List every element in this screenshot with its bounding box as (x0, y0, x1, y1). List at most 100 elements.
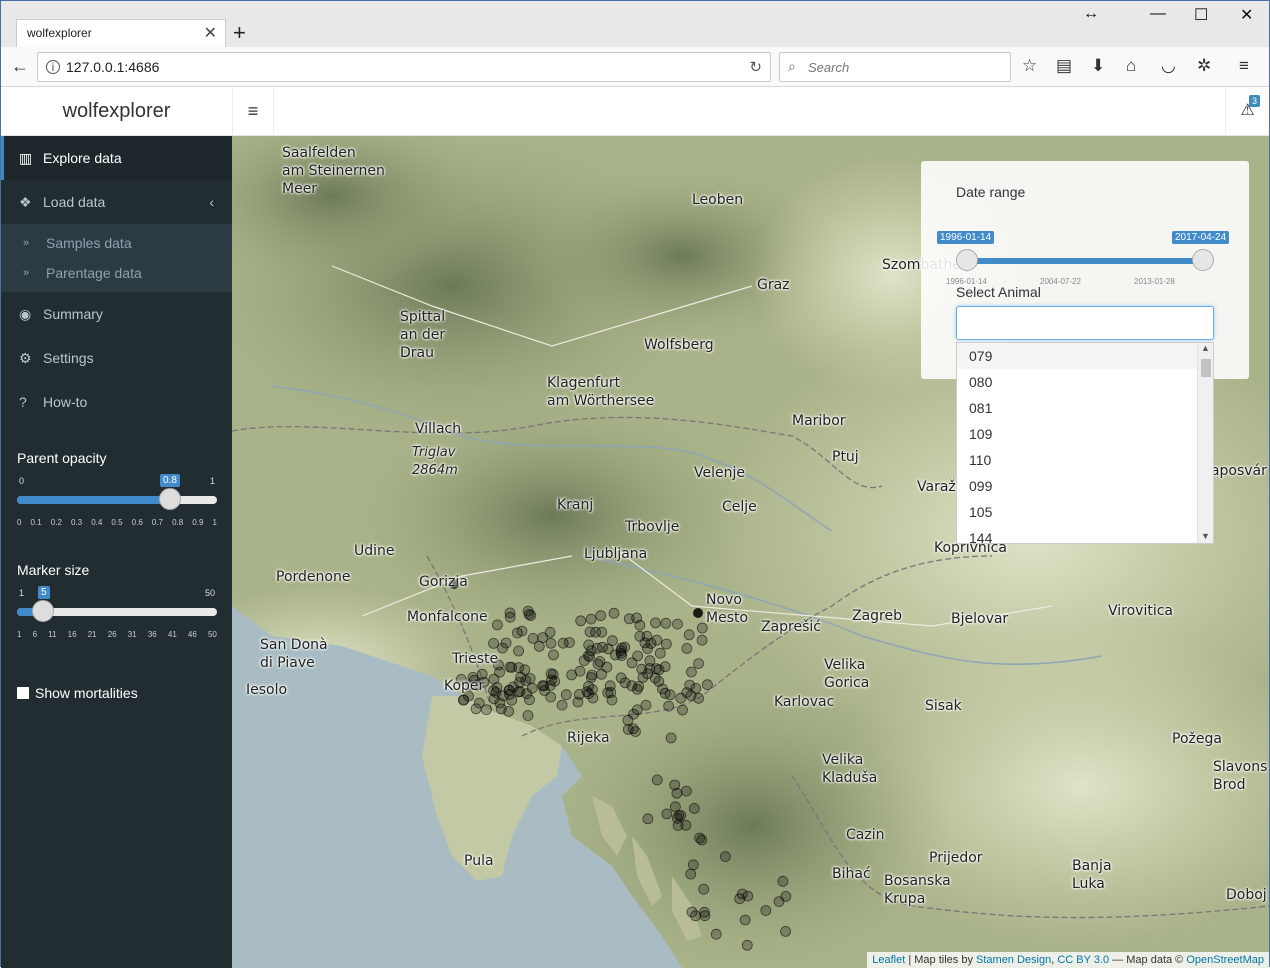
browser-tab[interactable]: wolfexplorer ✕ (16, 19, 226, 47)
sample-marker[interactable] (592, 658, 604, 670)
close-window-icon[interactable]: ✕ (1240, 5, 1253, 25)
sample-marker[interactable] (573, 689, 585, 700)
sample-marker[interactable] (623, 613, 635, 625)
sidebar-item-load-data[interactable]: ❖ Load data ‹ (1, 180, 232, 224)
minimize-icon[interactable]: — (1150, 5, 1166, 23)
sample-marker[interactable] (696, 634, 708, 646)
map-view[interactable]: Saalfelden am Steinernen Meer Leoben Graz S… (232, 136, 1269, 968)
sample-marker[interactable] (634, 619, 646, 631)
sample-marker[interactable] (760, 905, 772, 916)
sample-marker[interactable] (693, 608, 703, 618)
sample-marker[interactable] (661, 808, 673, 820)
sample-marker[interactable] (521, 688, 533, 700)
sample-marker[interactable] (504, 611, 516, 623)
parent-opacity-slider[interactable]: 0 1 0.8 0 0.1 0.2 0.3 0.4 0.5 0.6 0.7 0.8 0.9 1 (17, 474, 217, 536)
url-bar[interactable]: i 127.0.0.1:4686 ↻ (37, 52, 771, 82)
sidebar-subitem-samples-data[interactable]: » Samples data (1, 228, 232, 258)
browser-menu-icon[interactable]: ≡ (1239, 56, 1249, 76)
sample-marker[interactable] (739, 914, 751, 926)
sample-marker[interactable] (734, 893, 746, 905)
sample-marker[interactable] (595, 610, 607, 622)
sidebar-item-explore-data[interactable]: ▥ Explore data (1, 136, 232, 180)
dropdown-option[interactable]: 105 (957, 499, 1213, 525)
sample-marker[interactable] (522, 710, 534, 721)
sample-marker[interactable] (547, 669, 559, 680)
sample-marker[interactable] (491, 619, 503, 631)
maximize-icon[interactable]: ☐ (1194, 5, 1208, 25)
dropdown-scrollbar[interactable]: ▲ ▼ (1197, 343, 1213, 543)
back-icon[interactable]: ← (11, 56, 29, 77)
dropdown-option[interactable]: 081 (957, 395, 1213, 421)
show-mortalities-checkbox[interactable]: Show mortalities (17, 685, 138, 701)
sample-marker[interactable] (527, 632, 539, 644)
tab-close-icon[interactable]: ✕ (204, 23, 217, 43)
sample-marker[interactable] (585, 613, 597, 625)
sample-marker[interactable] (633, 681, 645, 692)
sample-marker[interactable] (698, 883, 710, 895)
dropdown-option[interactable]: 099 (957, 473, 1213, 499)
sample-marker[interactable] (654, 647, 666, 659)
date-from-handle[interactable] (956, 249, 978, 271)
checkbox-box[interactable] (17, 687, 29, 699)
sidebar-subitem-parentage-data[interactable]: » Parentage data (1, 258, 232, 288)
sample-marker[interactable] (556, 699, 568, 711)
sample-marker[interactable] (583, 639, 595, 651)
animal-dropdown[interactable]: 079 080 081 109 110 099 105 144 ▲ ▼ (956, 342, 1214, 544)
sample-marker[interactable] (626, 657, 638, 669)
download-icon[interactable]: ⬇ (1091, 56, 1105, 76)
sample-marker[interactable] (685, 666, 697, 678)
sample-marker[interactable] (659, 661, 671, 673)
sample-marker[interactable] (602, 687, 614, 699)
search-input[interactable]: ⌕ Search (779, 52, 1011, 82)
sample-marker[interactable] (515, 671, 527, 683)
extension-icon[interactable]: ✲ (1197, 56, 1211, 76)
sample-marker[interactable] (608, 607, 620, 619)
slider-handle[interactable] (159, 488, 181, 510)
pocket-icon[interactable]: ◡ (1161, 56, 1176, 76)
sample-marker[interactable] (719, 851, 731, 862)
sample-marker[interactable] (640, 699, 652, 711)
sample-marker[interactable] (671, 787, 683, 799)
sample-marker[interactable] (522, 605, 534, 617)
sample-marker[interactable] (701, 679, 713, 691)
sample-marker[interactable] (480, 704, 492, 715)
sample-marker[interactable] (458, 694, 470, 706)
sample-marker[interactable] (687, 859, 699, 871)
sample-marker[interactable] (710, 928, 722, 940)
dropdown-option[interactable]: 109 (957, 421, 1213, 447)
sample-marker[interactable] (773, 896, 785, 907)
sample-marker[interactable] (672, 618, 683, 630)
sample-marker[interactable] (622, 714, 634, 726)
scroll-down-icon[interactable]: ▼ (1201, 531, 1210, 541)
sample-marker[interactable] (688, 803, 700, 814)
sample-marker[interactable] (616, 650, 628, 661)
dropdown-option[interactable]: 144 (957, 525, 1213, 543)
sample-marker[interactable] (545, 637, 557, 649)
select-animal-input[interactable] (956, 306, 1214, 340)
sample-marker[interactable] (684, 679, 696, 691)
sample-marker[interactable] (660, 617, 672, 629)
sample-marker[interactable] (642, 813, 654, 825)
date-to-handle[interactable] (1192, 249, 1214, 271)
sample-marker[interactable] (500, 637, 512, 649)
sidebar-item-how-to[interactable]: ? How-to (1, 380, 232, 424)
bookmark-star-icon[interactable]: ☆ (1022, 56, 1037, 76)
sample-marker[interactable] (777, 875, 789, 887)
home-icon[interactable]: ⌂ (1126, 56, 1136, 76)
sample-marker[interactable] (673, 810, 685, 821)
sample-marker[interactable] (557, 637, 569, 649)
sample-marker[interactable] (694, 832, 706, 844)
reading-list-icon[interactable]: ▤ (1056, 56, 1072, 76)
reload-icon[interactable]: ↻ (749, 58, 762, 76)
slider-handle[interactable] (32, 600, 54, 622)
marker-size-slider[interactable]: 1 50 5 1 6 11 16 21 26 31 36 41 46 50 (17, 586, 217, 648)
scroll-up-icon[interactable]: ▲ (1198, 343, 1213, 353)
sidebar-item-summary[interactable]: ◉ Summary (1, 292, 232, 336)
sample-marker[interactable] (548, 649, 559, 661)
sample-marker[interactable] (516, 625, 528, 637)
sample-marker[interactable] (680, 785, 692, 797)
sample-marker[interactable] (596, 641, 608, 653)
sample-marker[interactable] (644, 655, 656, 667)
sample-marker[interactable] (663, 700, 675, 712)
sample-marker[interactable] (693, 658, 705, 669)
